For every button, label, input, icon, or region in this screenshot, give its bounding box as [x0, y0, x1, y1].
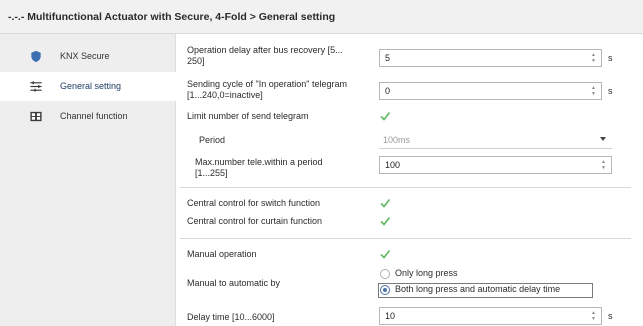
sidebar-item-channel-function[interactable]: Channel function	[0, 102, 176, 131]
sending-cycle-label: Sending cycle of "In operation" telegram…	[187, 79, 347, 100]
manual-operation-label: Manual operation	[187, 249, 257, 259]
delay-time-input[interactable]: 10 ▲ ▼	[379, 307, 602, 325]
op-delay-unit: s	[608, 53, 613, 63]
radio-both-long-press-and-delay[interactable]: Both long press and automatic delay time	[380, 284, 620, 297]
max-number-label: Max.number tele.within a period [1...255…	[195, 157, 323, 178]
limit-send-label: Limit number of send telegram	[187, 111, 309, 121]
radio-button[interactable]	[380, 269, 390, 279]
central-switch-checkbox[interactable]	[379, 197, 391, 209]
divider	[180, 238, 631, 239]
window-title-bar: -.-.- Multifunctional Actuator with Secu…	[0, 0, 643, 34]
spinner-arrows-icon[interactable]: ▲ ▼	[590, 52, 597, 64]
sidebar-item-label: KNX Secure	[60, 51, 110, 61]
sending-cycle-input[interactable]: 0 ▲ ▼	[379, 82, 602, 100]
window-title: -.-.- Multifunctional Actuator with Secu…	[8, 11, 336, 23]
grid-icon	[30, 111, 42, 122]
divider	[180, 187, 631, 188]
period-label: Period	[199, 135, 226, 145]
spinner-arrows-icon[interactable]: ▲ ▼	[600, 159, 607, 171]
shield-icon	[31, 50, 41, 63]
manual-to-auto-label: Manual to automatic by	[187, 278, 281, 288]
central-curtain-label: Central control for curtain function	[187, 216, 323, 226]
sidebar-item-knx-secure[interactable]: KNX Secure	[0, 42, 176, 71]
settings-panel: Operation delay after bus recovery [5...…	[176, 34, 643, 326]
manual-operation-checkbox[interactable]	[379, 248, 391, 260]
limit-send-checkbox[interactable]	[379, 110, 391, 122]
spinner-arrows-icon[interactable]: ▲ ▼	[590, 85, 597, 97]
sidebar-item-label: General setting	[60, 81, 122, 91]
sliders-icon	[30, 81, 42, 92]
delay-time-unit: s	[608, 311, 613, 321]
central-curtain-checkbox[interactable]	[379, 215, 391, 227]
sending-cycle-unit: s	[608, 86, 613, 96]
chevron-down-icon	[600, 137, 606, 141]
radio-button[interactable]	[380, 285, 390, 295]
sidebar: KNX Secure General setting Channel funct…	[0, 34, 176, 326]
central-switch-label: Central control for switch function	[187, 198, 321, 208]
delay-time-label: Delay time [10...6000]	[187, 312, 275, 322]
max-number-input[interactable]: 100 ▲ ▼	[379, 156, 612, 174]
sidebar-item-label: Channel function	[60, 111, 128, 121]
op-delay-label: Operation delay after bus recovery [5...…	[187, 45, 343, 66]
period-dropdown[interactable]: 100ms	[379, 131, 612, 149]
op-delay-input[interactable]: 5 ▲ ▼	[379, 49, 602, 67]
spinner-arrows-icon[interactable]: ▲ ▼	[590, 310, 597, 322]
sidebar-item-general-setting[interactable]: General setting	[0, 72, 176, 101]
radio-only-long-press[interactable]: Only long press	[380, 268, 620, 281]
